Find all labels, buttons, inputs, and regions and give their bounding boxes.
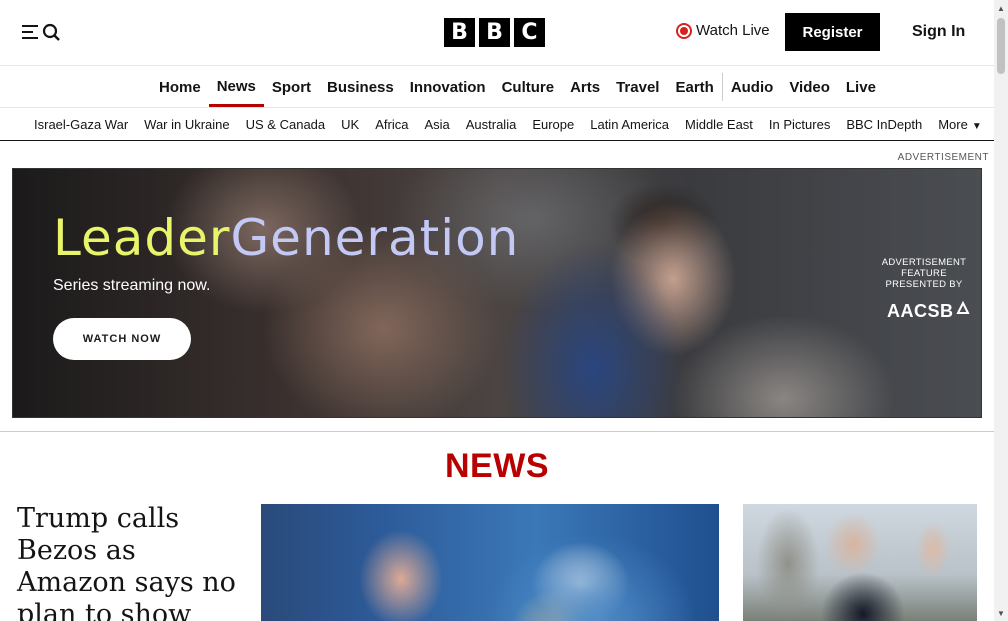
menu-search-button[interactable]	[20, 20, 64, 44]
register-button[interactable]: Register	[785, 13, 880, 51]
caret-down-icon: ▼	[971, 120, 982, 132]
section-divider	[0, 431, 994, 432]
nav-item-culture[interactable]: Culture	[494, 66, 563, 108]
nav-item-sport[interactable]: Sport	[264, 66, 319, 108]
nav-item-innovation[interactable]: Innovation	[402, 66, 494, 108]
ad-feature-line: FEATURE	[901, 268, 947, 279]
ad-banner[interactable]: LeaderGeneration Series streaming now. W…	[12, 168, 982, 418]
subnav-item-uk[interactable]: UK	[333, 117, 367, 132]
subnav-item-bbc-indepth[interactable]: BBC InDepth	[838, 117, 930, 132]
advertisement-label: ADVERTISEMENT	[897, 152, 989, 163]
ad-title-part1: Leader	[53, 209, 231, 267]
lead-story-headline[interactable]: Trump calls Bezos as Amazon says no plan…	[17, 503, 247, 621]
scroll-thumb[interactable]	[997, 18, 1005, 74]
subnav-item-war-in-ukraine[interactable]: War in Ukraine	[136, 117, 237, 132]
main-nav: Home News Sport Business Innovation Cult…	[0, 66, 994, 108]
ad-feature-line: ADVERTISEMENT	[881, 257, 967, 268]
logo-letter: B	[444, 18, 475, 47]
subnav-item-asia[interactable]: Asia	[416, 117, 457, 132]
ad-title-part2: Generation	[230, 209, 520, 267]
nav-item-audio[interactable]: Audio	[723, 66, 782, 108]
subnav-item-us-canada[interactable]: US & Canada	[238, 117, 334, 132]
live-dot-icon	[676, 22, 692, 39]
menu-icon	[22, 23, 60, 41]
subnav-item-middle-east[interactable]: Middle East	[677, 117, 761, 132]
nav-item-arts[interactable]: Arts	[562, 66, 608, 108]
story-image[interactable]	[743, 504, 977, 621]
subnav-item-israel-gaza-war[interactable]: Israel-Gaza War	[26, 117, 136, 132]
subnav-item-australia[interactable]: Australia	[458, 117, 525, 132]
sign-in-link[interactable]: Sign In	[912, 23, 965, 41]
brand-mark-icon	[955, 300, 970, 314]
nav-item-home[interactable]: Home	[151, 66, 209, 108]
subnav-item-in-pictures[interactable]: In Pictures	[761, 117, 838, 132]
story-image[interactable]	[261, 504, 719, 621]
ad-subtitle: Series streaming now.	[53, 277, 211, 294]
ad-brand-name: AACSB	[887, 301, 954, 321]
ad-feature-text: ADVERTISEMENT FEATURE PRESENTED BY	[879, 257, 969, 290]
nav-item-live[interactable]: Live	[838, 66, 884, 108]
page-scrollbar[interactable]: ▲ ▼	[994, 0, 1008, 621]
nav-item-earth[interactable]: Earth	[667, 66, 721, 108]
ad-title: LeaderGeneration	[53, 209, 519, 267]
nav-item-business[interactable]: Business	[319, 66, 402, 108]
subnav-more-button[interactable]: More ▼	[930, 117, 990, 132]
subnav-item-africa[interactable]: Africa	[367, 117, 416, 132]
scroll-down-icon[interactable]: ▼	[994, 607, 1008, 619]
nav-item-video[interactable]: Video	[781, 66, 838, 108]
watch-live-label: Watch Live	[696, 22, 770, 39]
section-title: NEWS	[445, 447, 549, 485]
sub-nav: Israel-Gaza War War in Ukraine US & Cana…	[0, 108, 994, 141]
nav-item-news[interactable]: News	[208, 66, 264, 107]
subnav-item-latin-america[interactable]: Latin America	[582, 117, 677, 132]
watch-live-link[interactable]: Watch Live	[676, 22, 770, 39]
logo-letter: B	[479, 18, 510, 47]
subnav-item-europe[interactable]: Europe	[524, 117, 582, 132]
bbc-logo[interactable]: B B C	[444, 18, 545, 47]
more-label: More	[938, 116, 968, 132]
nav-item-travel[interactable]: Travel	[608, 66, 667, 108]
logo-letter: C	[514, 18, 545, 47]
ad-brand-logo: AACSB	[887, 300, 970, 322]
ad-feature-line: PRESENTED BY	[885, 279, 963, 290]
ad-watch-now-button[interactable]: WATCH NOW	[53, 318, 191, 360]
top-header: B B C Watch Live Register Sign In	[0, 0, 994, 66]
scroll-up-icon[interactable]: ▲	[994, 2, 1008, 14]
